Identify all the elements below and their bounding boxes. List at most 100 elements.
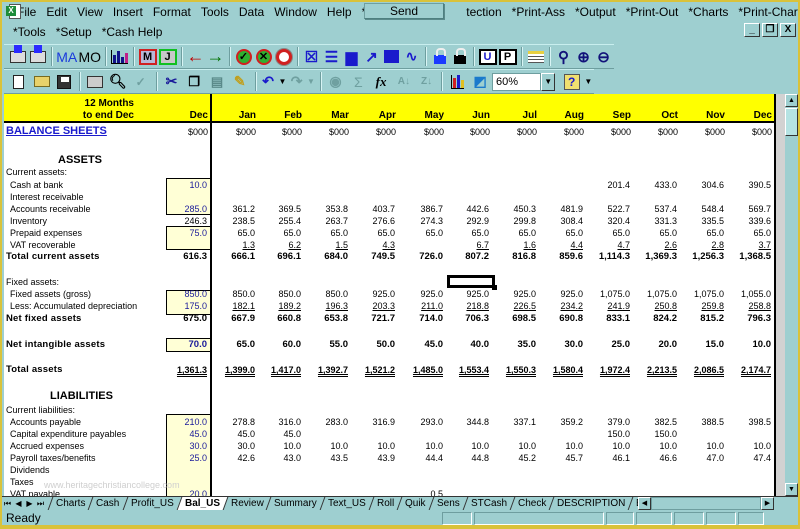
value-cell[interactable]: 6.7 [435, 239, 489, 251]
unlock-button[interactable] [430, 46, 449, 68]
value-cell[interactable]: 43.5 [294, 452, 348, 464]
value-cell[interactable]: 285.0 [153, 203, 207, 215]
value-cell[interactable]: 859.6 [529, 251, 583, 263]
sort-ascending-button[interactable]: A↓ [393, 71, 415, 93]
value-cell[interactable]: 749.5 [341, 251, 395, 263]
value-cell[interactable]: 833.1 [576, 313, 630, 325]
value-cell[interactable]: 3.7 [717, 239, 771, 251]
value-cell[interactable]: 1,553.4 [435, 364, 489, 376]
value-cell[interactable]: 696.1 [247, 251, 301, 263]
value-cell[interactable]: 6.2 [247, 239, 301, 251]
scroll-left-button[interactable]: ◀ [638, 497, 651, 510]
value-cell[interactable]: 47.0 [670, 452, 724, 464]
value-cell[interactable]: 339.6 [717, 215, 771, 227]
value-cell[interactable]: 1,114.3 [576, 251, 630, 263]
unit-cell[interactable]: $000 [671, 126, 725, 138]
value-cell[interactable]: 276.6 [341, 215, 395, 227]
value-cell[interactable]: 55.0 [294, 339, 349, 351]
value-cell[interactable]: 796.3 [717, 313, 771, 325]
value-cell[interactable]: 65.0 [670, 227, 724, 239]
function-button[interactable]: fx [370, 71, 392, 93]
value-cell[interactable]: 850.0 [294, 288, 348, 300]
value-cell[interactable]: 398.5 [717, 416, 771, 428]
undo-button[interactable]: ↶ [260, 71, 277, 93]
value-cell[interactable]: 1,521.2 [341, 364, 395, 376]
value-cell[interactable]: 189.2 [247, 300, 301, 312]
menu-insert[interactable]: Insert [108, 3, 148, 21]
value-cell[interactable]: 150.0 [623, 428, 677, 440]
value-cell[interactable]: 316.9 [341, 416, 395, 428]
value-cell[interactable]: 690.8 [529, 313, 583, 325]
value-cell[interactable]: 45.0 [247, 428, 301, 440]
value-cell[interactable]: 925.0 [435, 288, 489, 300]
value-cell[interactable]: 46.6 [623, 452, 677, 464]
mo-button[interactable]: MO [78, 46, 101, 68]
value-cell[interactable]: 1,075.0 [670, 288, 724, 300]
redo-dropdown[interactable]: ▼ [306, 71, 315, 93]
value-cell[interactable]: 537.4 [623, 203, 677, 215]
value-cell[interactable]: 2.8 [670, 239, 724, 251]
value-cell[interactable]: 283.0 [294, 416, 348, 428]
value-cell[interactable]: 316.0 [247, 416, 301, 428]
value-cell[interactable]: 226.5 [482, 300, 536, 312]
balance-sheets-title[interactable]: BALANCE SHEETS [6, 125, 107, 137]
zoom-select[interactable]: 60% [492, 72, 542, 91]
send-menu-popup[interactable]: Send [364, 3, 444, 19]
menu-window[interactable]: Window [269, 3, 322, 21]
value-cell[interactable]: 75.0 [153, 227, 207, 239]
spreadsheet-grid[interactable]: 12 Months to end Dec Dec Jan Feb Mar Apr May J… [4, 94, 776, 496]
value-cell[interactable]: 1,368.5 [717, 251, 771, 263]
value-cell[interactable]: 292.9 [435, 215, 489, 227]
redo-button[interactable]: ↷ [288, 71, 305, 93]
menu-charts[interactable]: *Charts [683, 3, 733, 21]
value-cell[interactable]: 1,055.0 [717, 288, 771, 300]
chart-button[interactable] [110, 46, 129, 68]
value-cell[interactable]: 10.0 [670, 440, 724, 452]
row-label[interactable]: VAT recoverable [10, 239, 76, 251]
value-cell[interactable]: 10.0 [529, 440, 583, 452]
value-cell[interactable]: 388.5 [670, 416, 724, 428]
row-label[interactable]: Fixed assets (gross) [10, 288, 91, 300]
value-cell[interactable]: 30.0 [153, 440, 207, 452]
lines-button[interactable]: ☰ [322, 46, 341, 68]
sheet-tab-description[interactable]: DESCRIPTION [548, 497, 633, 510]
drawing-button[interactable]: ◩ [469, 71, 491, 93]
value-cell[interactable]: 331.3 [623, 215, 677, 227]
value-cell[interactable]: 850.0 [247, 288, 301, 300]
value-cell[interactable]: 65.0 [341, 227, 395, 239]
unit-cell[interactable]: $000 [342, 126, 396, 138]
sheet-tab-stcash[interactable]: STCash [462, 497, 515, 510]
menu-tools[interactable]: Tools [196, 3, 234, 21]
value-cell[interactable]: 46.1 [576, 452, 630, 464]
row-label[interactable]: Accounts payable [10, 416, 81, 428]
menu-print-charts[interactable]: *Print-Charts [733, 3, 798, 21]
scroll-right-button[interactable]: ▶ [761, 497, 774, 510]
row-label[interactable]: Total current assets [6, 251, 100, 263]
print-help-button[interactable] [8, 44, 27, 68]
value-cell[interactable]: 320.4 [576, 215, 630, 227]
row-label[interactable]: Less: Accumulated depreciation [10, 300, 137, 312]
value-cell[interactable]: 816.8 [482, 251, 536, 263]
find-button[interactable]: ⚲ [554, 46, 573, 68]
menu-format[interactable]: Format [148, 3, 196, 21]
cross-button[interactable]: ✕ [254, 46, 273, 68]
value-cell[interactable]: 1.5 [294, 239, 348, 251]
row-label[interactable]: Accounts receivable [10, 203, 91, 215]
chart-wizard-button[interactable] [446, 71, 468, 93]
value-cell[interactable]: 706.3 [435, 313, 489, 325]
value-cell[interactable]: 925.0 [529, 288, 583, 300]
value-cell[interactable]: 10.0 [153, 179, 207, 191]
value-cell[interactable]: 660.8 [247, 313, 301, 325]
value-cell[interactable]: 45.0 [153, 428, 207, 440]
toolbar-options-dropdown[interactable]: ▼ [584, 71, 593, 93]
sort-descending-button[interactable]: Z↓ [416, 71, 438, 93]
hyperlink-button[interactable]: ◉ [325, 71, 347, 93]
print-download-button[interactable] [28, 44, 47, 68]
open-button[interactable] [31, 71, 53, 93]
value-cell[interactable]: 1,075.0 [576, 288, 630, 300]
value-cell[interactable]: 925.0 [341, 288, 395, 300]
value-cell[interactable]: 382.5 [623, 416, 677, 428]
first-sheet-button[interactable]: ⏮ [2, 498, 13, 510]
value-cell[interactable]: 258.8 [717, 300, 771, 312]
unit-cell[interactable]: $000 [154, 126, 208, 138]
